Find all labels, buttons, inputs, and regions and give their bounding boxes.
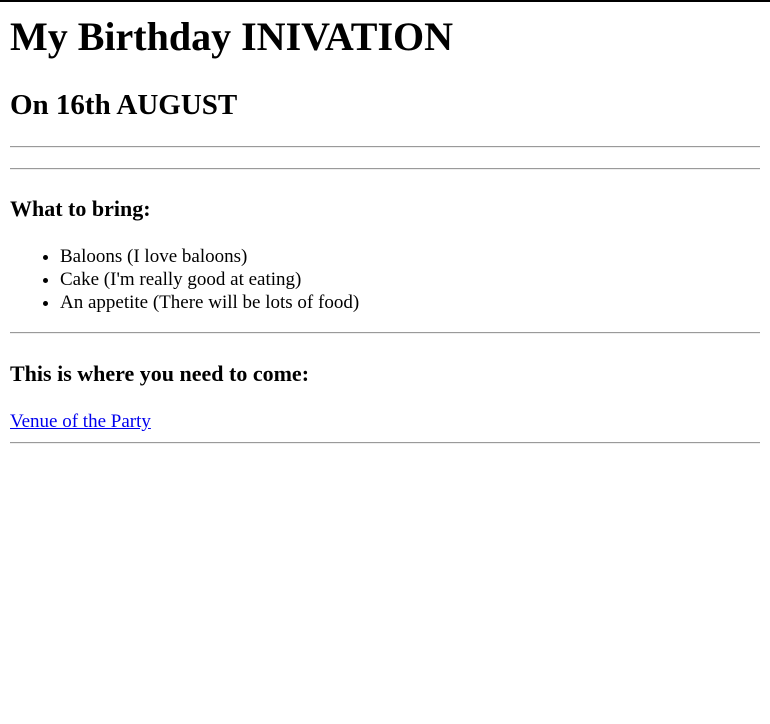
divider	[10, 442, 760, 444]
divider	[10, 168, 760, 170]
list-item: An appetite (There will be lots of food)	[60, 291, 359, 314]
list-item: Cake (I'm really good at eating)	[60, 268, 359, 291]
divider	[10, 332, 760, 334]
list-item: Baloons (I love baloons)	[60, 245, 359, 268]
invitation-page: My Birthday INIVATION On 16th AUGUST Wha…	[0, 2, 770, 724]
location-heading: This is where you need to come:	[10, 361, 310, 386]
event-date: On 16th AUGUST	[10, 89, 238, 121]
page-title: My Birthday INIVATION	[10, 14, 454, 59]
divider	[10, 146, 760, 148]
bring-list: Baloons (I love baloons) Cake (I'm reall…	[40, 245, 359, 314]
venue-link[interactable]: Venue of the Party	[10, 410, 151, 433]
bring-heading: What to bring:	[10, 196, 151, 221]
